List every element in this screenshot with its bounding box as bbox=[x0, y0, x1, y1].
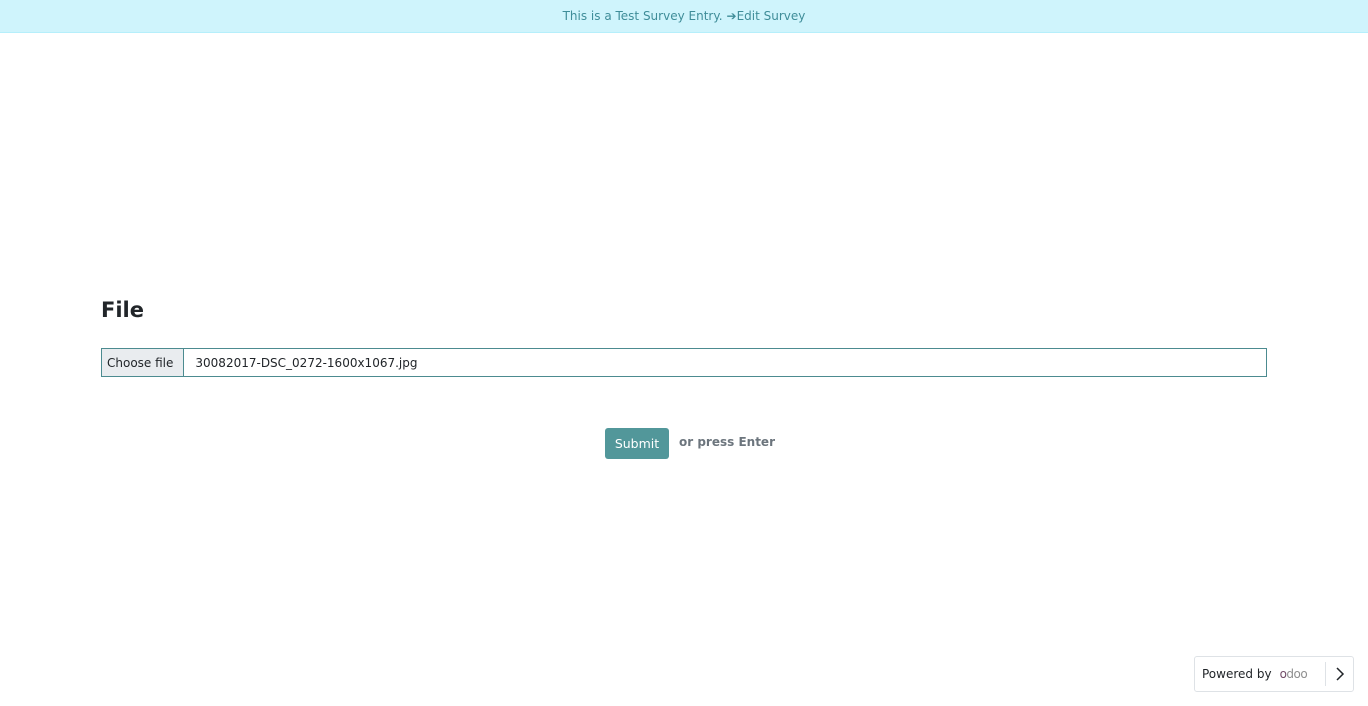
arrow-right-icon: ➔ bbox=[726, 9, 737, 23]
powered-by-label: Powered by bbox=[1202, 667, 1272, 681]
choose-file-button[interactable]: Choose file bbox=[102, 349, 185, 376]
selected-file-name: 30082017-DSC_0272-1600x1067.jpg bbox=[195, 355, 418, 370]
edit-survey-link[interactable]: Edit Survey bbox=[737, 9, 806, 23]
powered-by-badge[interactable]: Powered by odoo bbox=[1194, 656, 1354, 692]
banner-text: This is a Test Survey Entry. bbox=[562, 9, 723, 23]
badge-divider bbox=[1325, 662, 1326, 686]
submit-button[interactable]: Submit bbox=[605, 428, 669, 459]
press-enter-hint: or press Enter bbox=[679, 435, 775, 449]
odoo-logo: odoo bbox=[1279, 667, 1308, 681]
question-title: File bbox=[101, 298, 144, 322]
test-survey-banner: This is a Test Survey Entry. ➔ Edit Surv… bbox=[0, 0, 1368, 33]
chevron-right-icon[interactable] bbox=[1332, 666, 1348, 682]
file-upload-field[interactable]: Choose file 30082017-DSC_0272-1600x1067.… bbox=[101, 348, 1267, 377]
